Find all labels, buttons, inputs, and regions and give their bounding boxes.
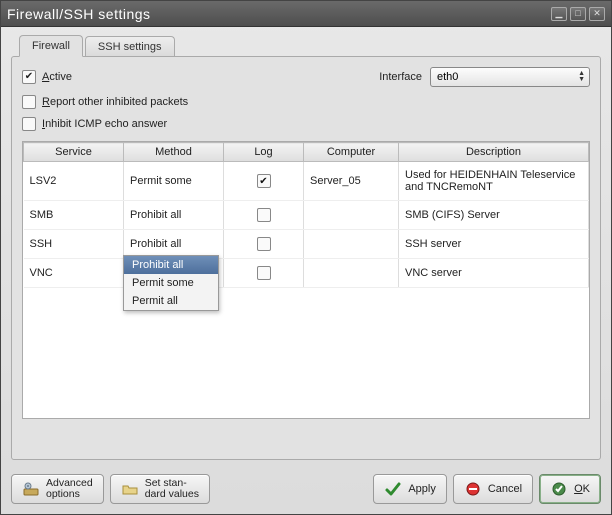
content: Firewall SSH settings Active Interface e… [1,27,611,466]
col-log[interactable]: Log [224,143,304,162]
tab-firewall[interactable]: Firewall [19,35,83,57]
cell-log[interactable] [224,259,304,288]
col-method[interactable]: Method [124,143,224,162]
cancel-button[interactable]: Cancel [453,474,533,504]
advanced-options-label: Advancedoptions [46,478,93,500]
inhibit-label: Inhibit ICMP echo answer [42,118,167,130]
folder-icon [121,480,139,498]
cell-computer[interactable] [304,230,399,259]
cell-service: SMB [24,201,124,230]
log-checkbox[interactable] [257,174,271,188]
interface-label: Interface [379,71,422,83]
cell-log[interactable] [224,230,304,259]
inhibit-checkbox[interactable] [22,117,36,131]
advanced-options-button[interactable]: Advancedoptions [11,474,104,504]
row-active: Active Interface eth0 ▲▼ [22,67,590,87]
cancel-icon [464,480,482,498]
rules-table: Service Method Log Computer Description … [22,141,590,419]
cell-service: VNC [24,259,124,288]
table-row[interactable]: SSH Prohibit all SSH server [24,230,589,259]
ok-button[interactable]: OK [539,474,601,504]
log-checkbox[interactable] [257,208,271,222]
apply-button[interactable]: Apply [373,474,447,504]
cell-computer[interactable]: Server_05 [304,162,399,201]
cell-computer[interactable] [304,201,399,230]
cell-description: Used for HEIDENHAIN Teleservice and TNCR… [399,162,589,201]
cell-log[interactable] [224,162,304,201]
close-button[interactable]: ✕ [589,7,605,21]
interface-value: eth0 [437,71,458,83]
check-icon [384,480,402,498]
firewall-panel: Active Interface eth0 ▲▼ Report other in… [11,56,601,460]
apply-label: Apply [408,483,436,495]
tab-ssh-settings[interactable]: SSH settings [85,36,175,57]
interface-select[interactable]: eth0 ▲▼ [430,67,590,87]
ok-label: OK [574,483,590,495]
window: Firewall/SSH settings ▁ □ ✕ Firewall SSH… [0,0,612,515]
gear-icon [22,480,40,498]
col-service[interactable]: Service [24,143,124,162]
cell-service: LSV2 [24,162,124,201]
col-computer[interactable]: Computer [304,143,399,162]
table-row[interactable]: LSV2 Permit some Server_05 Used for HEID… [24,162,589,201]
set-standard-values-label: Set stan-dard values [145,478,199,500]
cell-log[interactable] [224,201,304,230]
dropdown-item-permit-some[interactable]: Permit some [124,274,218,292]
active-checkbox[interactable] [22,70,36,84]
cell-method[interactable]: Prohibit all [124,201,224,230]
cell-description: SSH server [399,230,589,259]
tab-bar: Firewall SSH settings [11,35,601,57]
method-dropdown[interactable]: Prohibit all Permit some Permit all [123,255,219,311]
interface-row: Interface eth0 ▲▼ [379,67,590,87]
footer: Advancedoptions Set stan-dard values App… [1,466,611,514]
spinner-icon: ▲▼ [578,71,585,83]
table-header-row: Service Method Log Computer Description [24,143,589,162]
titlebar-buttons: ▁ □ ✕ [551,7,605,21]
table-row[interactable]: SMB Prohibit all SMB (CIFS) Server [24,201,589,230]
titlebar: Firewall/SSH settings ▁ □ ✕ [1,1,611,27]
cell-computer[interactable] [304,259,399,288]
col-description[interactable]: Description [399,143,589,162]
log-checkbox[interactable] [257,266,271,280]
ok-icon [550,480,568,498]
row-inhibit: Inhibit ICMP echo answer [22,117,590,131]
minimize-button[interactable]: ▁ [551,7,567,21]
report-checkbox[interactable] [22,95,36,109]
report-label: Report other inhibited packets [42,96,188,108]
dropdown-item-permit-all[interactable]: Permit all [124,292,218,310]
log-checkbox[interactable] [257,237,271,251]
table-row[interactable]: VNC VNC server [24,259,589,288]
cell-service: SSH [24,230,124,259]
row-report: Report other inhibited packets [22,95,590,109]
cancel-label: Cancel [488,483,522,495]
cell-method[interactable]: Permit some [124,162,224,201]
window-title: Firewall/SSH settings [7,6,551,22]
set-standard-values-button[interactable]: Set stan-dard values [110,474,210,504]
active-label: Active [42,71,72,83]
cell-description: SMB (CIFS) Server [399,201,589,230]
dropdown-item-prohibit-all[interactable]: Prohibit all [124,256,218,274]
maximize-button[interactable]: □ [570,7,586,21]
cell-description: VNC server [399,259,589,288]
